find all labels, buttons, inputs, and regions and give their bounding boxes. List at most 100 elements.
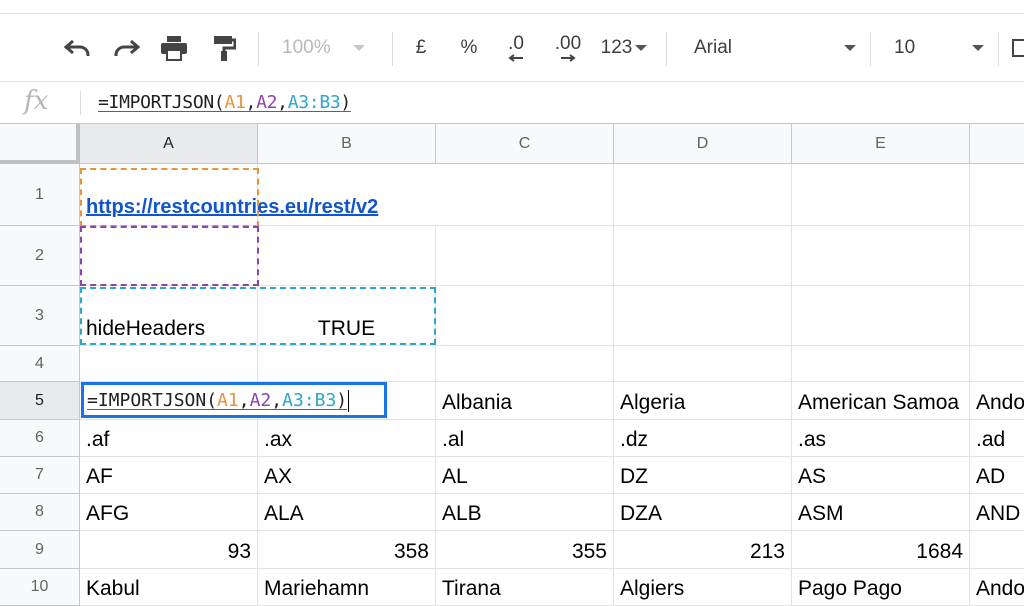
increase-decimal-label: .00 xyxy=(554,33,582,54)
row-header-10[interactable]: 10 xyxy=(0,569,80,606)
cell-d1[interactable] xyxy=(614,164,792,226)
more-formats-button[interactable]: 123 xyxy=(596,14,652,82)
increase-decimal-button[interactable]: .00 xyxy=(548,14,588,82)
cell-e9[interactable]: 1684 xyxy=(792,531,970,569)
row-header-3[interactable]: 3 xyxy=(0,286,80,346)
row-header-9[interactable]: 9 xyxy=(0,531,80,569)
cell-a7[interactable]: AF xyxy=(80,457,258,494)
column-header-a[interactable]: A xyxy=(80,124,258,164)
cell-c6[interactable]: .al xyxy=(436,420,614,457)
arrow-left-icon xyxy=(508,54,523,62)
cell-a1[interactable]: https://restcountries.eu/rest/v2 xyxy=(80,164,378,226)
row-header-5[interactable]: 5 xyxy=(0,382,80,420)
cell-c2[interactable] xyxy=(436,226,614,286)
column-header-e[interactable]: E xyxy=(792,124,970,164)
cell-b2[interactable] xyxy=(258,226,436,286)
cell-d7[interactable]: DZ xyxy=(614,457,792,494)
cell-c3[interactable] xyxy=(436,286,614,346)
decrease-decimal-label: .0 xyxy=(508,33,524,54)
bold-button[interactable] xyxy=(1012,14,1024,82)
currency-format-button[interactable]: £ xyxy=(406,14,436,82)
cell-b6[interactable]: .ax xyxy=(258,420,436,457)
cell-c4[interactable] xyxy=(436,346,614,382)
column-header-d[interactable]: D xyxy=(614,124,792,164)
cell-a9[interactable]: 93 xyxy=(80,531,258,569)
row-header-1[interactable]: 1 xyxy=(0,164,80,226)
cell-number: 355 xyxy=(571,540,607,563)
cell-a10[interactable]: Kabul xyxy=(80,569,258,606)
cell-f3[interactable] xyxy=(970,286,1024,346)
cell-d5[interactable]: Algeria xyxy=(614,382,792,420)
cell-c8[interactable]: ALB xyxy=(436,494,614,531)
decrease-decimal-button[interactable]: .0 xyxy=(498,14,534,82)
cell-a6[interactable]: .af xyxy=(80,420,258,457)
cell-e5[interactable]: American Samoa xyxy=(792,382,970,420)
column-header-f[interactable] xyxy=(970,124,1024,164)
row-header-7[interactable]: 7 xyxy=(0,457,80,494)
cell-c9[interactable]: 355 xyxy=(436,531,614,569)
cell-c1[interactable] xyxy=(436,164,614,226)
cell-text: DZ xyxy=(620,465,648,488)
cell-f5[interactable]: Ando xyxy=(970,382,1024,420)
cell-a4[interactable] xyxy=(80,346,258,382)
cell-f6[interactable]: .ad xyxy=(970,420,1024,457)
row-header-2[interactable]: 2 xyxy=(0,226,80,286)
print-button[interactable] xyxy=(154,14,194,82)
zoom-select[interactable]: 100% xyxy=(282,14,382,82)
cell-b9[interactable]: 358 xyxy=(258,531,436,569)
cell-c10[interactable]: Tirana xyxy=(436,569,614,606)
cell-b7[interactable]: AX xyxy=(258,457,436,494)
cell-a3[interactable]: hideHeaders xyxy=(80,286,258,346)
cell-f9[interactable] xyxy=(970,531,1024,569)
cell-f8[interactable]: AND xyxy=(970,494,1024,531)
cell-b8[interactable]: ALA xyxy=(258,494,436,531)
cell-b10[interactable]: Mariehamn xyxy=(258,569,436,606)
select-all-corner[interactable] xyxy=(0,124,80,164)
redo-button[interactable] xyxy=(106,14,146,82)
cell-e8[interactable]: ASM xyxy=(792,494,970,531)
cell-b3[interactable]: TRUE xyxy=(258,286,436,346)
row-header-8[interactable]: 8 xyxy=(0,494,80,531)
cell-f10[interactable]: Ando xyxy=(970,569,1024,606)
cell-e10[interactable]: Pago Pago xyxy=(792,569,970,606)
cell-b4[interactable] xyxy=(258,346,436,382)
cell-f7[interactable]: AD xyxy=(970,457,1024,494)
row-header-4[interactable]: 4 xyxy=(0,346,80,382)
cell-d8[interactable]: DZA xyxy=(614,494,792,531)
percent-format-button[interactable]: % xyxy=(454,14,484,82)
cell-e6[interactable]: .as xyxy=(792,420,970,457)
font-family-select[interactable]: Arial xyxy=(694,14,856,82)
cell-f2[interactable] xyxy=(970,226,1024,286)
cell-text: DZA xyxy=(620,502,662,525)
row-header-6[interactable]: 6 xyxy=(0,420,80,457)
cell-editor-a5[interactable]: =IMPORTJSON(A1,A2,A3:B3) xyxy=(81,382,387,418)
cell-f4[interactable] xyxy=(970,346,1024,382)
cell-d9[interactable]: 213 xyxy=(614,531,792,569)
font-family-value: Arial xyxy=(694,37,733,58)
formula-input[interactable]: =IMPORTJSON(A1,A2,A3:B3) xyxy=(98,92,351,113)
cell-e1[interactable] xyxy=(792,164,970,226)
cell-d6[interactable]: .dz xyxy=(614,420,792,457)
undo-button[interactable] xyxy=(58,14,98,82)
cell-f1[interactable] xyxy=(970,164,1024,226)
cell-e7[interactable]: AS xyxy=(792,457,970,494)
print-icon xyxy=(161,36,187,61)
cell-e4[interactable] xyxy=(792,346,970,382)
cell-d10[interactable]: Algiers xyxy=(614,569,792,606)
column-header-c[interactable]: C xyxy=(436,124,614,164)
cell-e3[interactable] xyxy=(792,286,970,346)
cell-c5[interactable]: Albania xyxy=(436,382,614,420)
cell-b1[interactable] xyxy=(258,164,436,226)
cell-a2[interactable] xyxy=(80,226,258,286)
cell-a8[interactable]: AFG xyxy=(80,494,258,531)
cell-d3[interactable] xyxy=(614,286,792,346)
font-size-select[interactable]: 10 xyxy=(894,14,984,82)
cell-text: Ando xyxy=(976,577,1024,600)
cell-text: AD xyxy=(976,465,1006,488)
cell-e2[interactable] xyxy=(792,226,970,286)
column-header-b[interactable]: B xyxy=(258,124,436,164)
cell-d2[interactable] xyxy=(614,226,792,286)
paint-format-button[interactable] xyxy=(204,14,244,82)
cell-d4[interactable] xyxy=(614,346,792,382)
cell-c7[interactable]: AL xyxy=(436,457,614,494)
